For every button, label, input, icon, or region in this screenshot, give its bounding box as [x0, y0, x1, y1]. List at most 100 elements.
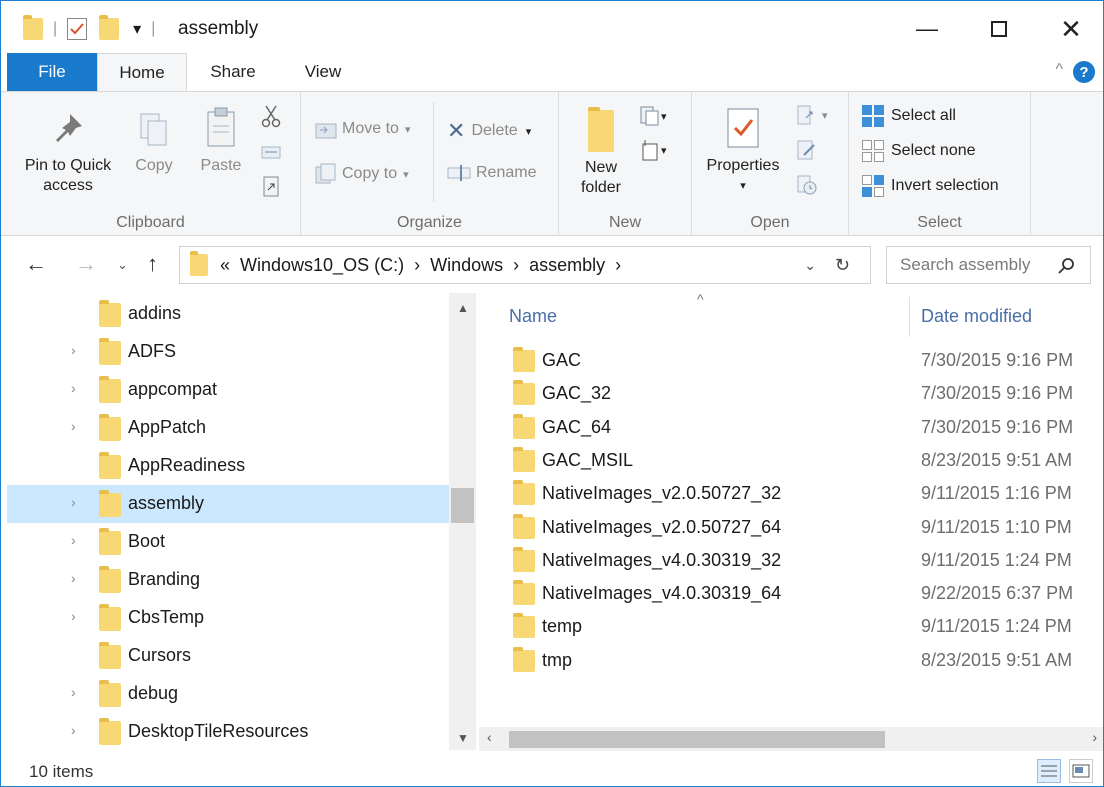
scroll-down-icon[interactable]: ▼: [457, 731, 469, 745]
chevron-right-icon[interactable]: ›: [414, 255, 420, 276]
file-date-modified: 9/11/2015 1:10 PM: [921, 516, 1072, 537]
scrollbar-thumb[interactable]: [509, 731, 885, 748]
move-to-button[interactable]: Move to ▾: [315, 118, 410, 140]
file-row[interactable]: temp 9/11/2015 1:24 PM: [479, 610, 1103, 643]
expand-chevron-icon[interactable]: ›: [71, 418, 76, 434]
tree-item[interactable]: › AppPatch: [7, 409, 449, 447]
pin-to-quick-access-button[interactable]: Pin to Quick access: [13, 110, 123, 196]
edit-icon[interactable]: [796, 139, 818, 161]
search-icon[interactable]: [1058, 257, 1076, 275]
folder-icon[interactable]: [23, 15, 43, 40]
help-icon[interactable]: ?: [1073, 61, 1095, 83]
tab-home[interactable]: Home: [97, 53, 187, 92]
tab-view[interactable]: View: [278, 53, 368, 91]
address-dropdown-icon[interactable]: ⌄: [804, 257, 816, 274]
select-all-button[interactable]: Select all: [861, 104, 956, 128]
back-arrow-icon[interactable]: ←: [25, 251, 47, 277]
file-row[interactable]: NativeImages_v4.0.30319_64 9/22/2015 6:37…: [479, 577, 1103, 610]
tree-item[interactable]: › appcompat: [7, 371, 449, 409]
scrollbar-thumb[interactable]: [451, 488, 474, 523]
column-header-date-modified[interactable]: Date modified: [921, 293, 1101, 339]
nav-vertical-scrollbar[interactable]: ▲ ▼: [449, 293, 475, 750]
cut-icon[interactable]: [261, 104, 281, 128]
breadcrumb-assembly[interactable]: assembly: [529, 255, 605, 276]
expand-chevron-icon[interactable]: ›: [71, 570, 76, 586]
tree-item[interactable]: › ADFS: [7, 333, 449, 371]
chevron-right-icon[interactable]: ›: [615, 255, 621, 276]
expand-chevron-icon[interactable]: ›: [71, 494, 76, 510]
address-bar[interactable]: « Windows10_OS (C:) › Windows › assembly…: [179, 246, 871, 284]
copy-path-icon[interactable]: [261, 142, 281, 162]
open-icon[interactable]: ▾: [796, 104, 828, 126]
history-icon[interactable]: [796, 174, 818, 196]
breadcrumb-windows[interactable]: Windows: [430, 255, 503, 276]
column-divider[interactable]: [909, 297, 910, 337]
file-row[interactable]: GAC_MSIL 8/23/2015 9:51 AM: [479, 444, 1103, 477]
select-none-button[interactable]: Select none: [861, 139, 976, 163]
navigation-bar: ← → ⌄ ↑ « Windows10_OS (C:) › Windows › …: [1, 237, 1103, 293]
close-button[interactable]: ✕: [1043, 9, 1099, 49]
file-row[interactable]: GAC_32 7/30/2015 9:16 PM: [479, 377, 1103, 410]
maximize-button[interactable]: [971, 9, 1027, 49]
up-arrow-icon[interactable]: ↑: [147, 251, 158, 277]
copy-to-button[interactable]: Copy to ▾: [315, 163, 409, 185]
content-horizontal-scrollbar[interactable]: ‹ ›: [479, 727, 1103, 751]
file-row[interactable]: NativeImages_v4.0.30319_32 9/11/2015 1:24…: [479, 544, 1103, 577]
expand-chevron-icon[interactable]: ›: [71, 380, 76, 396]
tree-item[interactable]: › assembly: [7, 485, 449, 523]
minimize-ribbon-icon[interactable]: ^: [1055, 61, 1063, 79]
expand-chevron-icon[interactable]: ›: [71, 684, 76, 700]
delete-button[interactable]: ✕ Delete ▾: [447, 118, 531, 144]
file-row[interactable]: GAC_64 7/30/2015 9:16 PM: [479, 411, 1103, 444]
tree-item[interactable]: addins: [7, 295, 449, 333]
paste-shortcut-icon[interactable]: [261, 174, 281, 198]
tree-item[interactable]: › DesktopTileResources: [7, 713, 449, 750]
tree-item[interactable]: › CbsTemp: [7, 599, 449, 637]
tree-item[interactable]: Cursors: [7, 637, 449, 675]
tree-item[interactable]: › Boot: [7, 523, 449, 561]
folder-icon: [513, 380, 535, 406]
rename-button[interactable]: Rename: [447, 163, 536, 183]
tree-item[interactable]: › debug: [7, 675, 449, 713]
expand-chevron-icon[interactable]: ›: [71, 532, 76, 548]
file-row[interactable]: NativeImages_v2.0.50727_32 9/11/2015 1:16…: [479, 477, 1103, 510]
folder-icon: [99, 718, 121, 745]
breadcrumb-drive[interactable]: Windows10_OS (C:): [240, 255, 404, 276]
properties-button[interactable]: Properties ▾: [700, 106, 786, 196]
chevron-right-icon[interactable]: ›: [513, 255, 519, 276]
tree-item[interactable]: AppReadiness: [7, 447, 449, 485]
properties-icon: [727, 108, 759, 148]
search-input[interactable]: Search assembly: [886, 246, 1091, 284]
expand-chevron-icon[interactable]: ›: [71, 608, 76, 624]
file-row[interactable]: NativeImages_v2.0.50727_64 9/11/2015 1:10…: [479, 511, 1103, 544]
tree-item[interactable]: › Branding: [7, 561, 449, 599]
tab-file[interactable]: File: [7, 53, 97, 91]
copy-button[interactable]: Copy: [131, 110, 177, 176]
tree-item-label: DesktopTileResources: [128, 721, 309, 741]
file-row[interactable]: GAC 7/30/2015 9:16 PM: [479, 344, 1103, 377]
scroll-right-icon[interactable]: ›: [1092, 729, 1097, 745]
invert-selection-button[interactable]: Invert selection: [861, 174, 999, 198]
scroll-up-icon[interactable]: ▲: [457, 301, 469, 315]
new-folder-icon[interactable]: [99, 15, 120, 40]
refresh-icon[interactable]: ↻: [835, 255, 850, 276]
properties-check-icon[interactable]: [67, 18, 88, 40]
new-item-button[interactable]: ▾: [639, 104, 667, 128]
expand-chevron-icon[interactable]: ›: [71, 342, 76, 358]
minimize-button[interactable]: —: [899, 9, 955, 49]
tab-share[interactable]: Share: [188, 53, 278, 91]
customize-qa-dropdown-icon[interactable]: ▾: [133, 19, 141, 39]
forward-arrow-icon[interactable]: →: [75, 251, 97, 277]
breadcrumb-overflow[interactable]: «: [220, 255, 230, 276]
details-view-icon[interactable]: [1037, 759, 1061, 783]
easy-access-button[interactable]: ▾: [639, 138, 667, 162]
paste-button[interactable]: Paste: [193, 106, 249, 176]
file-row[interactable]: tmp 8/23/2015 9:51 AM: [479, 644, 1103, 677]
tree-item-label: ADFS: [128, 341, 177, 361]
new-folder-button[interactable]: New folder: [573, 106, 629, 198]
column-header-name[interactable]: Name: [509, 293, 909, 339]
expand-chevron-icon[interactable]: ›: [71, 722, 76, 738]
large-icons-view-icon[interactable]: [1069, 759, 1093, 783]
recent-locations-chevron-icon[interactable]: ⌄: [117, 257, 128, 273]
scroll-left-icon[interactable]: ‹: [487, 729, 492, 745]
